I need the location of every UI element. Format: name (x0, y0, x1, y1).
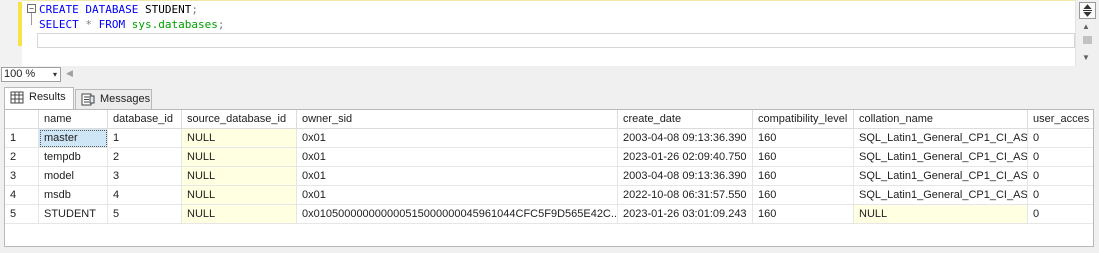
table-cell[interactable]: 0x01 (297, 148, 618, 167)
table-cell[interactable]: 0 (1028, 148, 1093, 167)
table-cell[interactable]: tempdb (39, 148, 108, 167)
column-header[interactable]: user_acces (1028, 110, 1093, 129)
collapse-region-icon[interactable]: − (27, 4, 36, 13)
split-editor-icon[interactable] (1079, 2, 1096, 19)
table-row[interactable]: 1 master 1 NULL 0x01 2003-04-08 09:13:36… (5, 129, 1093, 148)
table-row[interactable]: 4 msdb 4 NULL 0x01 2022-10-08 06:31:57.5… (5, 186, 1093, 205)
table-cell[interactable]: NULL (182, 186, 297, 205)
row-number[interactable]: 5 (5, 205, 39, 224)
table-cell[interactable]: 0 (1028, 129, 1093, 148)
table-cell[interactable]: 0x01 (297, 129, 618, 148)
scroll-up-icon[interactable]: ▲ (1082, 22, 1090, 31)
table-cell[interactable]: master (39, 129, 108, 148)
table-cell[interactable]: 2003-04-08 09:13:36.390 (618, 167, 753, 186)
keyword-create: CREATE (39, 3, 79, 16)
table-row[interactable]: 3 model 3 NULL 0x01 2003-04-08 09:13:36.… (5, 167, 1093, 186)
table-cell[interactable]: 0 (1028, 167, 1093, 186)
semicolon: ; (191, 3, 198, 16)
table-cell[interactable]: NULL (182, 129, 297, 148)
table-cell[interactable]: 160 (753, 129, 854, 148)
table-cell[interactable]: 4 (108, 186, 182, 205)
results-panel: Results Messages name database_id source… (0, 83, 1099, 253)
keyword-from: FROM (98, 18, 126, 31)
table-cell[interactable]: SQL_Latin1_General_CP1_CI_AS (854, 148, 1028, 167)
table-cell[interactable]: NULL (854, 205, 1028, 224)
row-number[interactable]: 1 (5, 129, 39, 148)
table-cell[interactable]: 0 (1028, 205, 1093, 224)
table-cell[interactable]: 160 (753, 148, 854, 167)
tab-results-label: Results (29, 91, 66, 103)
current-line-highlight (37, 33, 1075, 48)
column-header[interactable]: database_id (108, 110, 182, 129)
query-editor[interactable]: − CREATE DATABASE STUDENT; SELECT * FROM… (0, 0, 1099, 66)
table-cell[interactable]: 1 (108, 129, 182, 148)
table-cell[interactable]: 0x010500000000000515000000045961044CFC5F… (297, 205, 618, 224)
table-cell[interactable]: 2022-10-08 06:31:57.550 (618, 186, 753, 205)
system-object-name: sys.databases (131, 18, 218, 31)
tab-messages-label: Messages (100, 93, 151, 105)
table-cell[interactable]: 3 (108, 167, 182, 186)
column-header[interactable]: collation_name (854, 110, 1028, 129)
table-cell[interactable]: NULL (182, 148, 297, 167)
table-cell[interactable]: 160 (753, 186, 854, 205)
table-row[interactable]: 2 tempdb 2 NULL 0x01 2023-01-26 02:09:40… (5, 148, 1093, 167)
messages-icon (81, 93, 95, 106)
code-line-2[interactable]: SELECT * FROM sys.databases; (39, 18, 224, 32)
zoom-dropdown[interactable]: 100 % ▾ (1, 67, 61, 82)
scrollbar-corner (1075, 66, 1099, 83)
scroll-left-icon[interactable]: ◀ (66, 68, 73, 79)
column-header[interactable]: owner_sid (297, 110, 618, 129)
keyword-database: DATABASE (85, 3, 139, 16)
keyword-select: SELECT (39, 18, 79, 31)
column-header[interactable]: create_date (618, 110, 753, 129)
grid-icon (10, 91, 24, 104)
table-row[interactable]: 5 STUDENT 5 NULL 0x010500000000000515000… (5, 205, 1093, 224)
chevron-down-icon: ▾ (52, 70, 57, 79)
table-cell[interactable]: SQL_Latin1_General_CP1_CI_AS (854, 186, 1028, 205)
tab-results[interactable]: Results (4, 87, 74, 109)
table-cell[interactable]: 0 (1028, 186, 1093, 205)
table-cell[interactable]: NULL (182, 167, 297, 186)
table-cell[interactable]: NULL (182, 205, 297, 224)
table-cell[interactable]: STUDENT (39, 205, 108, 224)
database-name: STUDENT (144, 3, 192, 16)
scroll-thumb[interactable] (1083, 36, 1092, 44)
table-cell[interactable]: SQL_Latin1_General_CP1_CI_AS (854, 129, 1028, 148)
zoom-value: 100 % (4, 68, 36, 80)
row-number[interactable]: 4 (5, 186, 39, 205)
grid-header-row: name database_id source_database_id owne… (5, 110, 1093, 129)
editor-gutter (0, 0, 22, 66)
code-line-1[interactable]: CREATE DATABASE STUDENT; (39, 3, 198, 17)
row-number[interactable]: 2 (5, 148, 39, 167)
table-cell[interactable]: model (39, 167, 108, 186)
table-cell[interactable]: 2003-04-08 09:13:36.390 (618, 129, 753, 148)
results-tabs: Results Messages (0, 87, 1099, 109)
star-operator: * (85, 18, 92, 31)
column-header[interactable]: name (39, 110, 108, 129)
table-cell[interactable]: msdb (39, 186, 108, 205)
table-cell[interactable]: 5 (108, 205, 182, 224)
table-cell[interactable]: 160 (753, 205, 854, 224)
tab-messages[interactable]: Messages (75, 89, 152, 109)
table-cell[interactable]: 2 (108, 148, 182, 167)
table-cell[interactable]: 0x01 (297, 167, 618, 186)
zoom-bar: 100 % ▾ ◀ (0, 66, 1075, 83)
scroll-down-icon[interactable]: ▼ (1082, 53, 1090, 62)
results-grid[interactable]: name database_id source_database_id owne… (4, 109, 1094, 247)
column-header[interactable]: compatibility_level (753, 110, 854, 129)
outline-guide (31, 13, 32, 25)
table-cell[interactable]: 160 (753, 167, 854, 186)
editor-vertical-scrollbar[interactable]: ▲ ▼ (1075, 0, 1099, 66)
row-number[interactable]: 3 (5, 167, 39, 186)
table-cell[interactable]: 0x01 (297, 186, 618, 205)
row-number-header[interactable] (5, 110, 39, 129)
column-header[interactable]: source_database_id (182, 110, 297, 129)
table-cell[interactable]: 2023-01-26 02:09:40.750 (618, 148, 753, 167)
table-cell[interactable]: SQL_Latin1_General_CP1_CI_AS (854, 167, 1028, 186)
semicolon: ; (217, 18, 225, 31)
table-cell[interactable]: 2023-01-26 03:01:09.243 (618, 205, 753, 224)
